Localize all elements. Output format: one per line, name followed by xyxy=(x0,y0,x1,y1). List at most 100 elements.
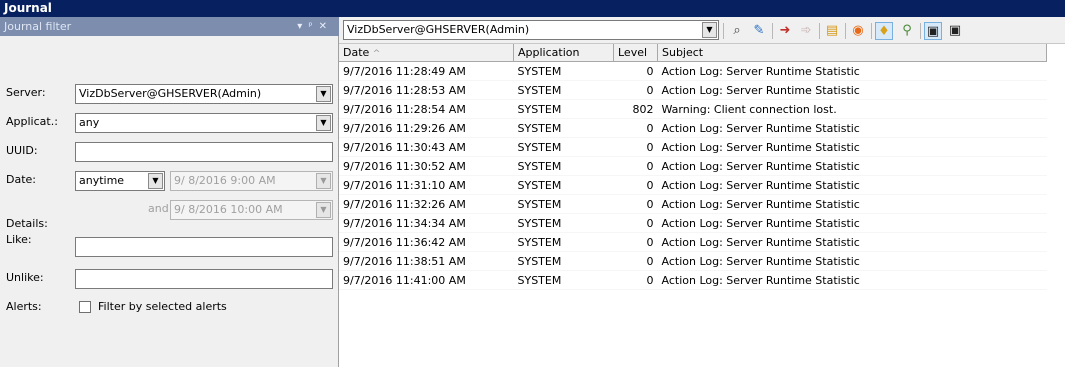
unlike-input[interactable] xyxy=(75,269,333,289)
alerts-label: Alerts: xyxy=(6,300,42,313)
details-label: Details: xyxy=(6,217,48,230)
chevron-down-icon[interactable]: ▼ xyxy=(316,115,331,131)
toolbar: VizDbServer@GHSERVER(Admin) ▼ ⌕ ✎ ➜ ➾ ▤ … xyxy=(339,17,1065,44)
column-header-level[interactable]: Level xyxy=(613,44,658,62)
cell-level: 0 xyxy=(613,137,658,157)
cell-application: SYSTEM xyxy=(513,137,614,157)
pin-panel-icon[interactable]: ᵖ xyxy=(308,21,318,32)
table-row[interactable]: 9/7/2016 11:28:49 AM SYSTEM 0 Action Log: S… xyxy=(339,61,1047,81)
cell-level: 0 xyxy=(613,213,658,233)
notes-icon[interactable]: ▤ xyxy=(823,22,841,40)
table-row[interactable]: 9/7/2016 11:32:26 AM SYSTEM 0 Action Log: S… xyxy=(339,194,1047,214)
cell-subject: Action Log: Server Runtime Statistic xyxy=(657,156,1047,176)
table-row[interactable]: 9/7/2016 11:28:54 AM SYSTEM 802 Warning: Cl… xyxy=(339,99,1047,119)
server-select-value: VizDbServer@GHSERVER(Admin) xyxy=(347,23,530,36)
chevron-down-icon[interactable]: ▼ xyxy=(316,173,331,189)
cell-date: 9/7/2016 11:28:54 AM xyxy=(339,99,514,119)
table-row[interactable]: 9/7/2016 11:30:43 AM SYSTEM 0 Action Log: S… xyxy=(339,137,1047,157)
cell-subject: Action Log: Server Runtime Statistic xyxy=(657,118,1047,138)
chevron-down-icon[interactable]: ▼ xyxy=(316,202,331,218)
cell-level: 0 xyxy=(613,118,658,138)
table-row[interactable]: 9/7/2016 11:34:34 AM SYSTEM 0 Action Log: S… xyxy=(339,213,1047,233)
cell-application: SYSTEM xyxy=(513,270,614,290)
date-from-value: 9/ 8/2016 9:00 AM xyxy=(174,174,276,187)
table-header-row: Date ^ Application Level Subject xyxy=(339,44,1047,62)
cell-application: SYSTEM xyxy=(513,118,614,138)
journal-filter-panel: Journal filter ▾ᵖ✕ Server: VizDbServer@G… xyxy=(0,17,339,367)
cell-date: 9/7/2016 11:30:52 AM xyxy=(339,156,514,176)
search-icon[interactable]: ⌕ xyxy=(728,22,746,40)
filter-panel-header: Journal filter ▾ᵖ✕ xyxy=(0,17,339,36)
cell-level: 0 xyxy=(613,175,658,195)
date-mode-value: anytime xyxy=(79,174,125,187)
cell-level: 0 xyxy=(613,194,658,214)
date-label: Date: xyxy=(6,173,36,186)
like-input[interactable] xyxy=(75,237,333,257)
chevron-down-icon[interactable]: ▼ xyxy=(702,22,717,38)
unlike-label: Unlike: xyxy=(6,271,44,284)
table-row[interactable]: 9/7/2016 11:31:10 AM SYSTEM 0 Action Log: S… xyxy=(339,175,1047,195)
column-header-date[interactable]: Date ^ xyxy=(339,44,514,62)
window-title: Journal xyxy=(0,0,1065,17)
alerts-checkbox-label: Filter by selected alerts xyxy=(98,300,227,313)
cell-date: 9/7/2016 11:34:34 AM xyxy=(339,213,514,233)
cell-date: 9/7/2016 11:28:49 AM xyxy=(339,61,514,81)
panel-menu-icon[interactable]: ▾ xyxy=(297,21,308,32)
cell-subject: Action Log: Server Runtime Statistic xyxy=(657,251,1047,271)
column-date-label: Date xyxy=(343,46,370,59)
date-mode-dropdown[interactable]: anytime ▼ xyxy=(75,171,165,191)
export-icon[interactable]: ➜ xyxy=(776,22,794,40)
cell-level: 0 xyxy=(613,156,658,176)
alert-icon[interactable]: ◉ xyxy=(849,22,867,40)
column-header-application[interactable]: Application xyxy=(513,44,614,62)
application-dropdown[interactable]: any ▼ xyxy=(75,113,333,133)
table-row[interactable]: 9/7/2016 11:28:53 AM SYSTEM 0 Action Log: S… xyxy=(339,80,1047,100)
cell-level: 0 xyxy=(613,61,658,81)
cell-application: SYSTEM xyxy=(513,61,614,81)
filter-panel-title: Journal filter xyxy=(4,20,72,33)
cell-subject: Action Log: Server Runtime Statistic xyxy=(657,175,1047,195)
cell-level: 0 xyxy=(613,80,658,100)
date-to-picker[interactable]: 9/ 8/2016 10:00 AM ▼ xyxy=(170,200,333,220)
cell-level: 0 xyxy=(613,251,658,271)
cell-subject: Action Log: Server Runtime Statistic xyxy=(657,232,1047,252)
table-row[interactable]: 9/7/2016 11:30:52 AM SYSTEM 0 Action Log: S… xyxy=(339,156,1047,176)
cell-subject: Warning: Client connection lost. xyxy=(657,99,1047,119)
cell-application: SYSTEM xyxy=(513,232,614,252)
table-row[interactable]: 9/7/2016 11:29:26 AM SYSTEM 0 Action Log: S… xyxy=(339,118,1047,138)
cell-level: 0 xyxy=(613,270,658,290)
clear-filter-icon[interactable]: ✎ xyxy=(750,22,768,40)
like-label: Like: xyxy=(6,233,32,246)
uuid-input[interactable] xyxy=(75,142,333,162)
table-row[interactable]: 9/7/2016 11:36:42 AM SYSTEM 0 Action Log: S… xyxy=(339,232,1047,252)
application-label: Applicat.: xyxy=(6,115,58,128)
alerts-checkbox[interactable] xyxy=(79,301,91,313)
pin-icon[interactable]: ♦ xyxy=(875,22,893,40)
chevron-down-icon[interactable]: ▼ xyxy=(148,173,163,189)
window-icon[interactable]: ▣ xyxy=(946,22,964,40)
cell-application: SYSTEM xyxy=(513,251,614,271)
cell-application: SYSTEM xyxy=(513,194,614,214)
statistics-icon[interactable]: ⚲ xyxy=(898,22,916,40)
cell-application: SYSTEM xyxy=(513,175,614,195)
date-from-picker[interactable]: 9/ 8/2016 9:00 AM ▼ xyxy=(170,171,333,191)
cell-subject: Action Log: Server Runtime Statistic xyxy=(657,61,1047,81)
table-row[interactable]: 9/7/2016 11:38:51 AM SYSTEM 0 Action Log: S… xyxy=(339,251,1047,271)
cell-subject: Action Log: Server Runtime Statistic xyxy=(657,137,1047,157)
table-body: 9/7/2016 11:28:49 AM SYSTEM 0 Action Log: S… xyxy=(339,61,1047,290)
server-dropdown[interactable]: VizDbServer@GHSERVER(Admin) ▼ xyxy=(75,84,333,104)
cell-date: 9/7/2016 11:31:10 AM xyxy=(339,175,514,195)
forward-icon[interactable]: ➾ xyxy=(797,22,815,40)
cell-level: 0 xyxy=(613,232,658,252)
column-header-subject[interactable]: Subject xyxy=(657,44,1047,62)
cell-date: 9/7/2016 11:32:26 AM xyxy=(339,194,514,214)
table-row[interactable]: 9/7/2016 11:41:00 AM SYSTEM 0 Action Log: S… xyxy=(339,270,1047,290)
server-select[interactable]: VizDbServer@GHSERVER(Admin) ▼ xyxy=(343,20,719,40)
close-panel-icon[interactable]: ✕ xyxy=(319,21,333,32)
cell-date: 9/7/2016 11:28:53 AM xyxy=(339,80,514,100)
panel-layout-icon[interactable]: ▣ xyxy=(924,22,942,40)
and-label: and xyxy=(148,202,169,215)
cell-subject: Action Log: Server Runtime Statistic xyxy=(657,80,1047,100)
chevron-down-icon[interactable]: ▼ xyxy=(316,86,331,102)
application-value: any xyxy=(79,116,100,129)
